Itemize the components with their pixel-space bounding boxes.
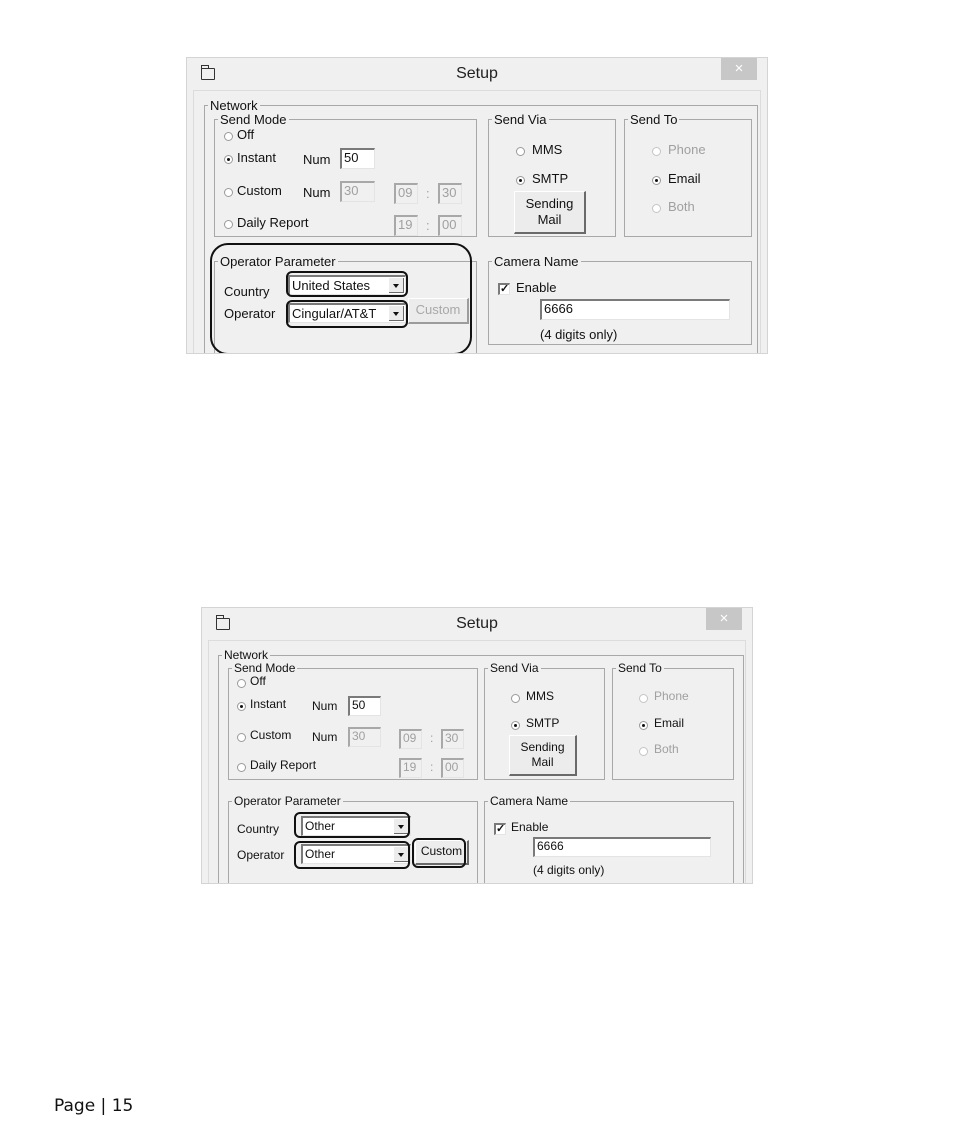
- close-button[interactable]: ×: [706, 608, 742, 630]
- close-button[interactable]: ×: [721, 58, 757, 80]
- highlight-operator-select: [294, 841, 410, 869]
- send-mode-off-label: Off: [250, 674, 266, 688]
- send-mode-custom-label: Custom: [237, 183, 282, 198]
- send-via-mms-label: MMS: [532, 142, 563, 157]
- send-to-phone-label: Phone: [668, 142, 706, 157]
- custom-minute-input[interactable]: 30: [441, 729, 464, 749]
- send-to-phone-radio[interactable]: [639, 694, 648, 703]
- country-label: Country: [237, 822, 280, 836]
- title-bar: Setup ×: [187, 58, 767, 90]
- dialog-title: Setup: [456, 65, 498, 82]
- camera-name-label: Camera Name: [494, 254, 579, 269]
- sending-mail-line2: Mail: [531, 755, 554, 769]
- custom-num-input[interactable]: 30: [348, 727, 381, 747]
- sending-mail-button[interactable]: Sending Mail: [509, 735, 577, 776]
- enable-label: Enable: [516, 280, 557, 295]
- send-via-label: Send Via: [490, 661, 539, 675]
- send-mode-custom-radio[interactable]: [224, 188, 233, 197]
- camera-name-input[interactable]: 6666: [540, 299, 730, 320]
- daily-time-separator: :: [426, 218, 430, 233]
- highlight-custom-button: [412, 838, 466, 868]
- send-via-mms-label: MMS: [526, 689, 554, 703]
- send-to-both-label: Both: [668, 199, 695, 214]
- custom-hour-input[interactable]: 09: [394, 183, 418, 204]
- operator-parameter-label: Operator Parameter: [234, 794, 341, 808]
- camera-name-hint: (4 digits only): [533, 863, 605, 877]
- camera-name-input[interactable]: 6666: [533, 837, 711, 857]
- send-via-smtp-label: SMTP: [526, 716, 560, 730]
- operator-label: Operator: [237, 848, 285, 862]
- enable-checkbox[interactable]: ✓: [498, 283, 510, 295]
- daily-minute-input[interactable]: 00: [441, 758, 464, 778]
- send-mode-label: Send Mode: [220, 112, 287, 127]
- daily-minute-input[interactable]: 00: [438, 215, 462, 236]
- sending-mail-button[interactable]: Sending Mail: [514, 191, 586, 234]
- custom-time-separator: :: [430, 731, 434, 745]
- send-mode-custom-label: Custom: [250, 728, 292, 742]
- send-to-both-radio[interactable]: [639, 747, 648, 756]
- setup-dialog-2: Setup × Network Send Mode Off Instant Nu…: [201, 607, 753, 884]
- send-mode-off-radio[interactable]: [224, 132, 233, 141]
- send-mode-daily-label: Daily Report: [250, 758, 317, 772]
- send-via-smtp-label: SMTP: [532, 171, 569, 186]
- send-to-email-label: Email: [654, 716, 685, 730]
- send-mode-instant-radio[interactable]: [224, 155, 233, 164]
- custom-minute-input[interactable]: 30: [438, 183, 462, 204]
- send-to-email-label: Email: [668, 171, 701, 186]
- dialog-client: Network Send Mode Off Instant Num 50 Cus…: [208, 640, 746, 883]
- camera-name-hint: (4 digits only): [540, 327, 618, 342]
- send-to-label: Send To: [618, 661, 662, 675]
- network-label: Network: [210, 98, 258, 113]
- send-mode-daily-radio[interactable]: [237, 763, 246, 772]
- send-mode-instant-label: Instant: [250, 697, 287, 711]
- daily-time-separator: :: [430, 760, 434, 774]
- sending-mail-line1: Sending: [520, 740, 565, 754]
- daily-hour-input[interactable]: 19: [394, 215, 418, 236]
- send-via-mms-radio[interactable]: [511, 694, 520, 703]
- sending-mail-line1: Sending: [525, 196, 574, 211]
- instant-num-label: Num: [303, 152, 331, 167]
- send-mode-daily-label: Daily Report: [237, 215, 309, 230]
- highlight-operator-select: [286, 300, 408, 328]
- send-via-smtp-radio[interactable]: [516, 176, 525, 185]
- send-to-phone-label: Phone: [654, 689, 689, 703]
- title-bar: Setup ×: [202, 608, 752, 640]
- send-to-email-radio[interactable]: [652, 176, 661, 185]
- setup-dialog-1: Setup × Network Send Mode Off Instant Nu…: [186, 57, 768, 354]
- instant-num-input[interactable]: 50: [340, 148, 375, 169]
- sending-mail-line2: Mail: [537, 212, 562, 227]
- custom-hour-input[interactable]: 09: [399, 729, 422, 749]
- send-via-smtp-radio[interactable]: [511, 721, 520, 730]
- custom-num-label: Num: [312, 730, 338, 744]
- send-via-label: Send Via: [494, 112, 547, 127]
- send-to-label: Send To: [630, 112, 678, 127]
- dialog-title: Setup: [456, 615, 498, 632]
- enable-checkbox[interactable]: ✓: [494, 823, 506, 835]
- highlight-operator-parameter: [210, 243, 472, 353]
- daily-hour-input[interactable]: 19: [399, 758, 422, 778]
- send-mode-off-label: Off: [237, 127, 255, 142]
- send-mode-instant-radio[interactable]: [237, 702, 246, 711]
- custom-num-input[interactable]: 30: [340, 181, 375, 202]
- send-to-phone-radio[interactable]: [652, 147, 661, 156]
- highlight-country-select: [294, 812, 410, 838]
- send-mode-daily-radio[interactable]: [224, 220, 233, 229]
- page-number: Page | 15: [54, 1096, 134, 1116]
- instant-num-input[interactable]: 50: [348, 696, 381, 716]
- instant-num-label: Num: [312, 699, 338, 713]
- custom-time-separator: :: [426, 186, 430, 201]
- send-via-mms-radio[interactable]: [516, 147, 525, 156]
- send-to-both-radio[interactable]: [652, 204, 661, 213]
- send-to-both-label: Both: [654, 742, 679, 756]
- send-mode-instant-label: Instant: [237, 150, 277, 165]
- send-mode-off-radio[interactable]: [237, 679, 246, 688]
- send-mode-custom-radio[interactable]: [237, 733, 246, 742]
- camera-name-label: Camera Name: [490, 794, 569, 808]
- highlight-country-select: [286, 271, 408, 297]
- custom-num-label: Num: [303, 185, 331, 200]
- send-to-email-radio[interactable]: [639, 721, 648, 730]
- enable-label: Enable: [511, 820, 549, 834]
